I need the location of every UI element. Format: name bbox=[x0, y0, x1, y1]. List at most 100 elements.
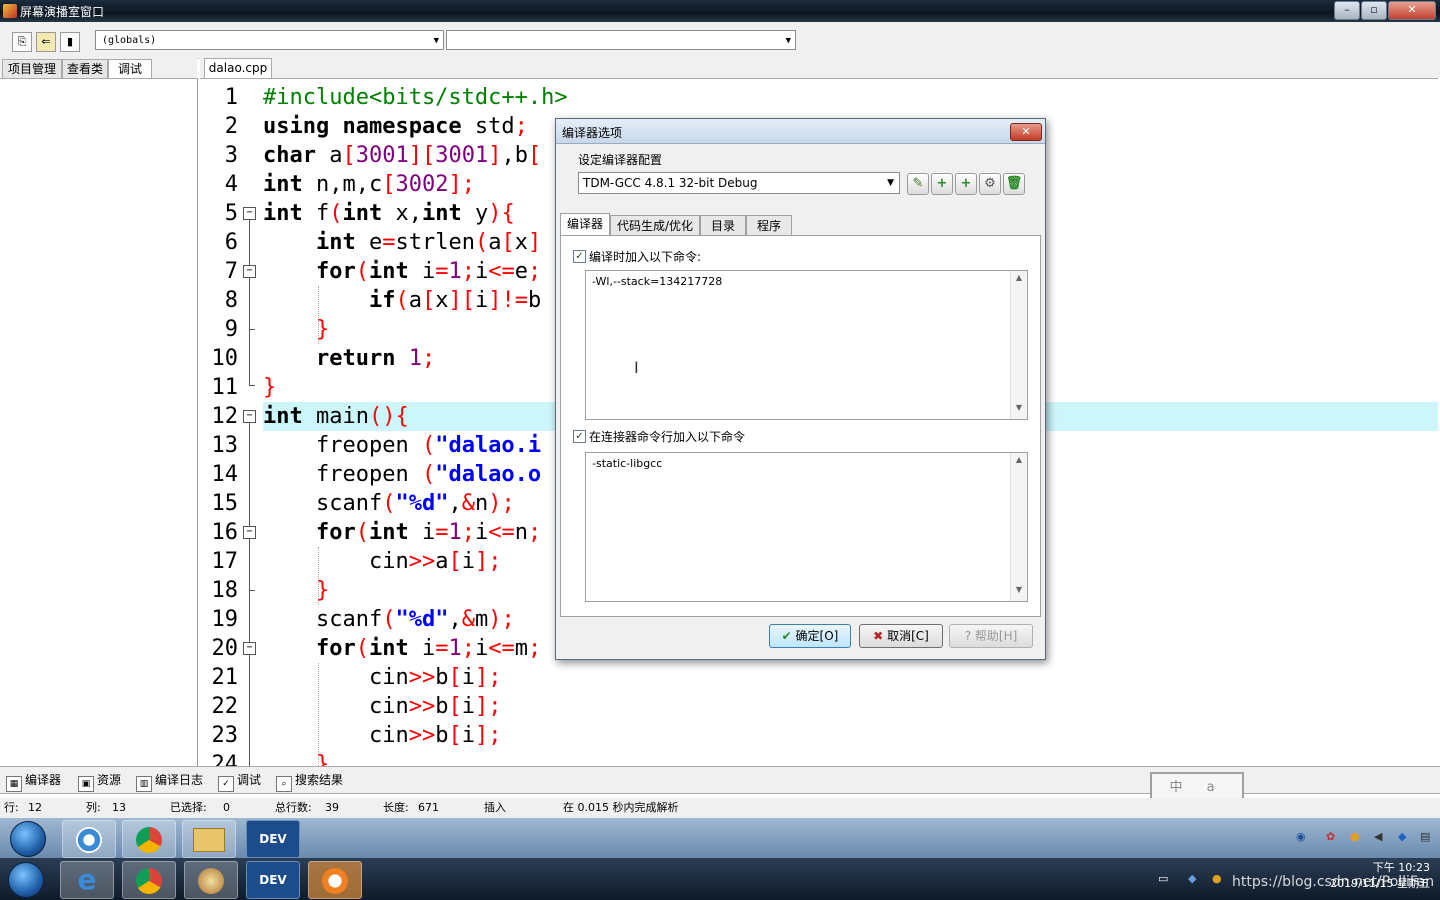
maximize-button[interactable]: ▫ bbox=[1361, 1, 1387, 20]
member-combo[interactable]: ▼ bbox=[446, 30, 796, 50]
taskbar-app[interactable] bbox=[122, 820, 176, 858]
app-icon bbox=[76, 826, 102, 853]
ok-button-label: 确定[O] bbox=[795, 629, 839, 643]
tray-icon[interactable]: ● bbox=[1350, 830, 1360, 843]
compile-commands-textarea[interactable]: -Wl,--stack=134217728 ▲ ▼ bbox=[585, 270, 1028, 420]
keyboard-icon[interactable]: ▭ bbox=[1158, 872, 1168, 885]
add-profile-icon[interactable]: + bbox=[931, 173, 953, 195]
tab-programs[interactable]: 程序 bbox=[746, 215, 792, 237]
linker-commands-textarea[interactable]: -static-libgcc ▲ ▼ bbox=[585, 452, 1028, 602]
taskbar-app[interactable]: e bbox=[60, 861, 114, 899]
shield-icon[interactable]: ◆ bbox=[1188, 872, 1196, 885]
recorder-icon bbox=[322, 867, 348, 894]
clock-time: 下午 10:23 bbox=[1372, 861, 1430, 874]
code-line: cin>>b[i]; bbox=[263, 723, 502, 748]
tab-project[interactable]: 项目管理 bbox=[2, 59, 62, 79]
tab-compile-log[interactable]: ▥ 编译日志 bbox=[136, 770, 203, 792]
fold-end bbox=[249, 590, 255, 591]
line-number: 10 bbox=[211, 346, 239, 371]
scope-combo-value: (globals) bbox=[102, 35, 157, 46]
start-orb-icon[interactable] bbox=[10, 821, 46, 857]
bookmark-icon[interactable]: ▮ bbox=[60, 32, 80, 52]
tray-icon[interactable]: ✿ bbox=[1326, 830, 1335, 843]
scroll-up-icon[interactable]: ▲ bbox=[1011, 273, 1027, 287]
taskbar-app[interactable] bbox=[182, 820, 236, 858]
shield-icon[interactable]: ◆ bbox=[1398, 830, 1406, 843]
search-icon: ⌕ bbox=[276, 776, 292, 792]
total-lines-value: 39 bbox=[325, 801, 339, 814]
clock[interactable]: 下午 10:23 2019/11/15 星期五 bbox=[1310, 860, 1430, 892]
scroll-down-icon[interactable]: ▼ bbox=[1011, 585, 1027, 599]
parse-status: 在 0.015 秒内完成解析 bbox=[563, 801, 679, 814]
dialog-close-button[interactable]: ✕ bbox=[1010, 123, 1042, 141]
dialog-title-bar: 编译器选项 ✕ bbox=[556, 119, 1045, 144]
class-browser-icon[interactable]: ⎘ bbox=[12, 32, 32, 52]
linker-commands-checkbox[interactable]: ✓ bbox=[573, 430, 586, 443]
folder-icon bbox=[193, 827, 225, 852]
tab-classes[interactable]: 查看类 bbox=[62, 59, 108, 79]
taskbar-app[interactable]: DEV bbox=[246, 820, 300, 858]
taskbar-app[interactable] bbox=[122, 861, 176, 899]
col-value: 13 bbox=[112, 801, 126, 814]
line-number: 23 bbox=[211, 723, 239, 748]
code-line: for(int i=1;i<=n; bbox=[315, 520, 542, 545]
fold-toggle-icon[interactable]: − bbox=[243, 265, 256, 278]
rename-profile-icon[interactable]: ✎ bbox=[907, 173, 929, 195]
linker-commands-label: 在连接器命令行加入以下命令 bbox=[589, 430, 746, 444]
tab-codegen[interactable]: 代码生成/优化 bbox=[610, 215, 700, 237]
network-icon[interactable]: ▤ bbox=[1420, 830, 1430, 843]
chrome-icon bbox=[136, 867, 162, 894]
row-value: 12 bbox=[28, 801, 42, 814]
scroll-up-icon[interactable]: ▲ bbox=[1011, 455, 1027, 469]
taskbar-app[interactable]: DEV bbox=[246, 861, 300, 899]
fold-toggle-icon[interactable]: − bbox=[243, 642, 256, 655]
row-label: 行: bbox=[4, 801, 19, 814]
code-line: } bbox=[315, 317, 330, 342]
dialog-title: 编译器选项 bbox=[562, 126, 623, 140]
settings-profile-icon[interactable]: ⚙ bbox=[979, 173, 1001, 195]
copy-profile-icon[interactable]: + bbox=[955, 173, 977, 195]
cancel-button[interactable]: ✖ 取消[C] bbox=[859, 624, 943, 648]
close-window-button[interactable]: ✕ bbox=[1388, 1, 1436, 20]
tab-search-results[interactable]: ⌕ 搜索结果 bbox=[276, 770, 343, 792]
ok-button[interactable]: ✔ 确定[O] bbox=[769, 624, 851, 648]
tab-compiler[interactable]: 编译器 bbox=[560, 213, 610, 237]
tab-directories[interactable]: 目录 bbox=[700, 215, 746, 237]
taskbar-app[interactable] bbox=[308, 861, 362, 899]
selected-label: 已选择: bbox=[170, 801, 207, 814]
help-button[interactable]: ? 帮助[H] bbox=[949, 624, 1033, 648]
check-icon: ✓ bbox=[218, 776, 234, 792]
tray-icon[interactable]: ● bbox=[1212, 872, 1222, 885]
compile-commands-checkbox[interactable]: ✓ bbox=[573, 250, 586, 263]
toolbar: ⎘ ⇐ ▮ (globals) ▼ ▼ bbox=[0, 22, 1440, 59]
tray-icon[interactable]: ◉ bbox=[1296, 830, 1306, 843]
delete-profile-icon[interactable]: 🗑 bbox=[1003, 173, 1025, 195]
scrollbar[interactable]: ▲ ▼ bbox=[1010, 271, 1027, 419]
compiler-config-select[interactable]: TDM-GCC 4.8.1 32-bit Debug ▼ bbox=[578, 172, 900, 194]
file-tab[interactable]: dalao.cpp bbox=[204, 58, 272, 78]
status-bar: 行: 12 列: 13 已选择: 0 总行数: 39 长度: 671 插入 在 … bbox=[0, 798, 1440, 818]
taskbar-app[interactable] bbox=[184, 861, 238, 899]
tab-compiler-output[interactable]: ▦ 编译器 bbox=[6, 770, 61, 792]
taskbar-app[interactable] bbox=[62, 820, 116, 858]
line-number: 2 bbox=[224, 114, 238, 139]
code-line: scanf("%d",&n); bbox=[263, 491, 515, 516]
start-orb-icon[interactable] bbox=[8, 862, 44, 898]
speaker-icon[interactable]: ◀ bbox=[1374, 830, 1382, 843]
fold-toggle-icon[interactable]: − bbox=[243, 410, 256, 423]
code-line: for(int i=1;i<=e; bbox=[315, 259, 542, 284]
linker-commands-text: -static-libgcc bbox=[592, 457, 663, 470]
fold-toggle-icon[interactable]: − bbox=[243, 526, 256, 539]
tab-resources[interactable]: ▣ 资源 bbox=[78, 770, 121, 792]
scope-combo[interactable]: (globals) ▼ bbox=[95, 30, 444, 50]
goto-icon[interactable]: ⇐ bbox=[36, 32, 56, 52]
scroll-down-icon[interactable]: ▼ bbox=[1011, 403, 1027, 417]
minimize-button[interactable]: – bbox=[1334, 1, 1360, 20]
fold-toggle-icon[interactable]: − bbox=[243, 207, 256, 220]
os-taskbar: e DEV ▭ ◆ ● bbox=[0, 858, 1440, 900]
line-number: 6 bbox=[224, 230, 238, 255]
tab-debug[interactable]: 调试 bbox=[108, 59, 152, 79]
bar-chart-icon: ▥ bbox=[136, 776, 152, 792]
scrollbar[interactable]: ▲ ▼ bbox=[1010, 453, 1027, 601]
tab-debug-output[interactable]: ✓ 调试 bbox=[218, 770, 261, 792]
